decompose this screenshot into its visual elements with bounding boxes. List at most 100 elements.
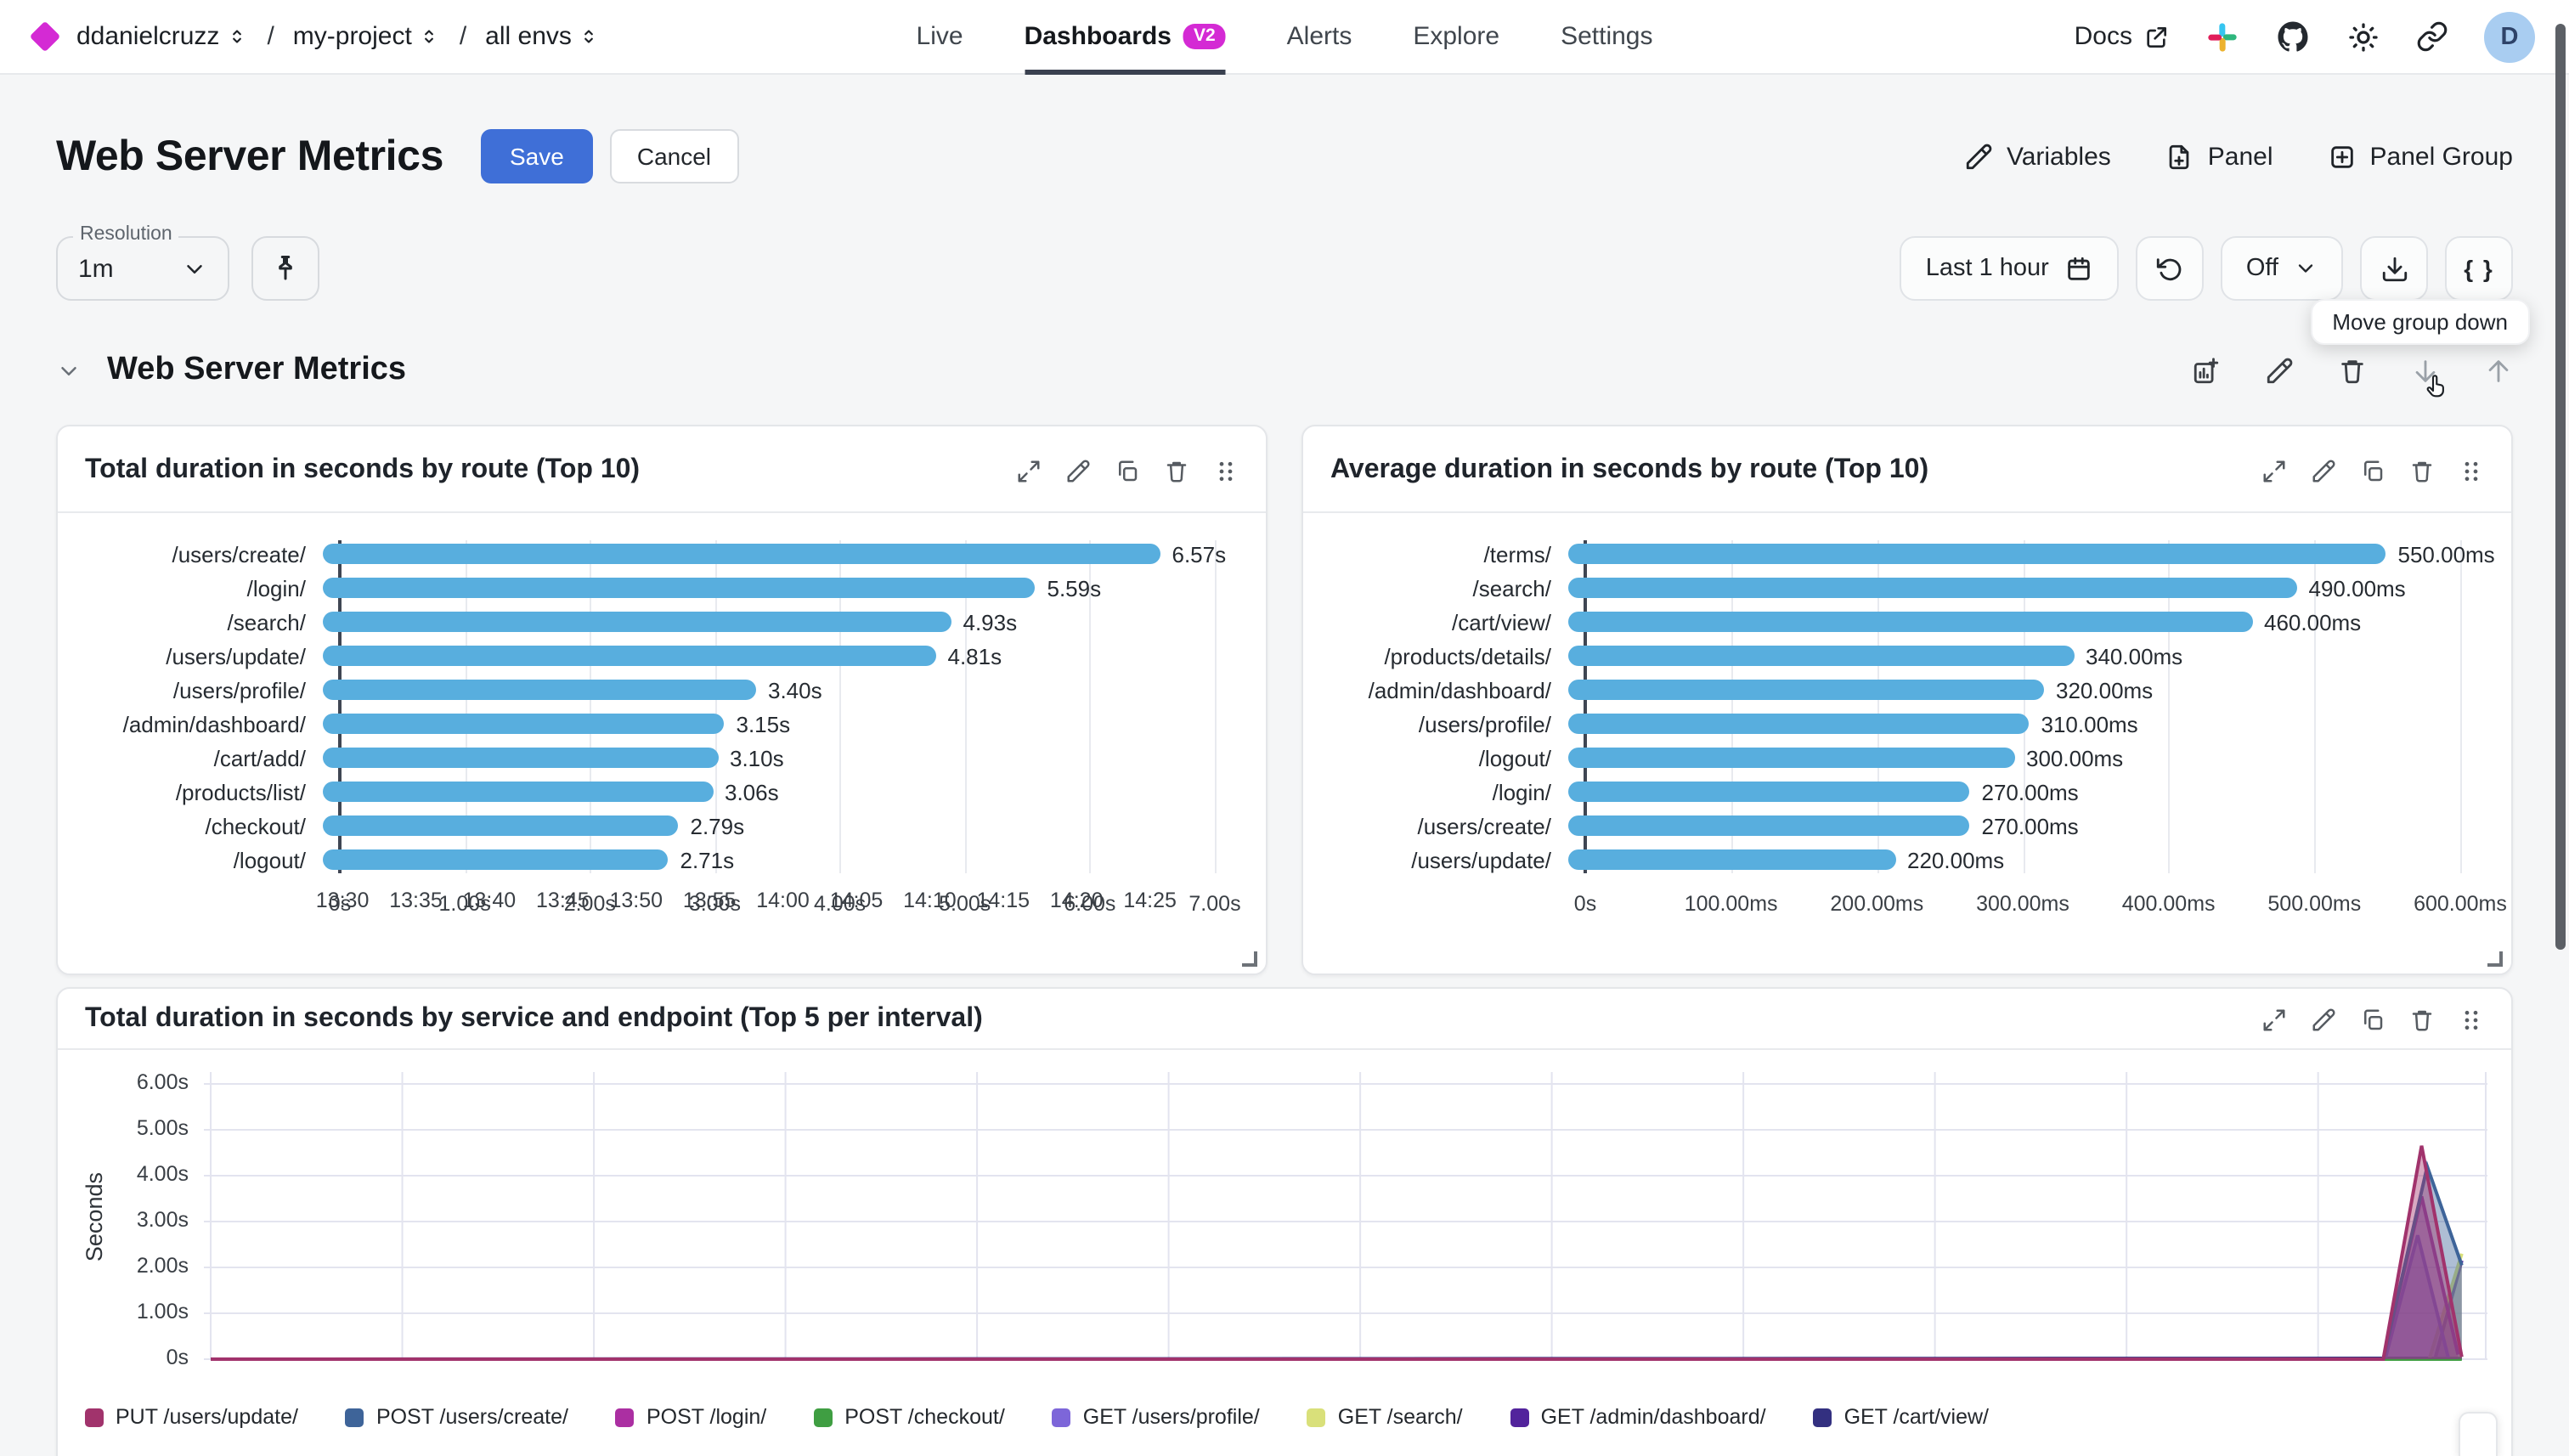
bar-chart: /users/create/6.57s/login/5.59s/search/4… [58,513,1266,928]
resolution-select[interactable]: Resolution 1m [56,236,229,301]
delete-panel-icon[interactable] [2409,1007,2435,1032]
download-button[interactable] [2360,236,2428,301]
nav-item-label: Dashboards [1025,22,1172,51]
delete-panel-icon[interactable] [1164,458,1189,483]
bar-row: /cart/view/460.00ms [1330,605,2484,639]
x-tick-label: 300.00ms [1976,892,2069,916]
panel-total-duration-by-route: Total duration in seconds by route (Top … [56,425,1268,975]
nav-item-label: Settings [1561,22,1652,51]
bar-value-label: 310.00ms [2041,711,2138,736]
delete-group-icon[interactable] [2338,356,2367,385]
legend-item[interactable]: PUT /users/update/ [85,1405,298,1429]
copy-panel-icon[interactable] [1115,458,1140,483]
plus-square-icon [2328,142,2357,171]
panel-total-duration-by-service-endpoint: Total duration in seconds by service and… [56,987,2513,1456]
legend-swatch [1510,1408,1529,1426]
legend-item[interactable]: GET /cart/view/ [1814,1405,1989,1429]
bar [1568,578,2297,598]
edit-panel-icon[interactable] [2311,1007,2336,1032]
app-window: ddanielcruzz / my-project / all envs Liv… [0,0,2569,1456]
delete-panel-icon[interactable] [2409,458,2435,483]
edit-group-icon[interactable] [2265,356,2294,385]
copy-panel-icon[interactable] [2360,1007,2386,1032]
variables-button[interactable]: Variables [1964,142,2111,171]
panel-resize-handle[interactable] [2487,951,2503,967]
slack-icon[interactable] [2205,20,2239,54]
save-button[interactable]: Save [481,129,593,183]
edit-panel-icon[interactable] [1065,458,1091,483]
panel-title: Total duration in seconds by route (Top … [85,455,640,486]
nav-item-live[interactable]: Live [917,0,963,74]
add-panel-group-button[interactable]: Panel Group [2328,142,2513,171]
breadcrumb-project[interactable]: my-project [293,22,441,51]
x-tick-label: 13:30 [316,889,370,912]
collapse-group-button[interactable] [56,358,82,383]
x-tick-label: 14:15 [977,889,1030,912]
bar-track: 3.10s [323,748,1215,768]
bar-value-label: 320.00ms [2056,677,2153,703]
x-tick-label: 100.00ms [1685,892,1778,916]
move-group-up-button[interactable] [2484,356,2513,385]
expand-panel-icon[interactable] [2261,1007,2287,1032]
nav-item-dashboards[interactable]: DashboardsV2 [1025,0,1226,74]
breadcrumb-separator: / [263,22,277,51]
breadcrumb-org[interactable]: ddanielcruzz [76,22,248,51]
bar-category-label: /admin/dashboard/ [1330,677,1568,703]
docs-link[interactable]: Docs [2075,22,2170,51]
vertical-scrollbar-thumb[interactable] [2555,24,2566,950]
updown-icon [579,25,601,48]
drag-handle-icon[interactable] [2459,1007,2484,1032]
y-axis-label-cell: Seconds [75,1072,112,1361]
time-range-button[interactable]: Last 1 hour [1900,236,2119,301]
add-chart-icon[interactable] [2192,356,2221,385]
x-tick-label: 13:35 [389,889,443,912]
legend-item[interactable]: GET /admin/dashboard/ [1510,1405,1766,1429]
drag-handle-icon[interactable] [2459,458,2484,483]
theme-toggle-sun-icon[interactable] [2346,20,2380,54]
share-link-icon[interactable] [2416,20,2448,53]
expand-panel-icon[interactable] [2261,458,2287,483]
timeseries-chart: Seconds 6.00s5.00s4.00s3.00s2.00s1.00s0s [58,1050,2511,1402]
refresh-button[interactable] [2136,236,2204,301]
bar-category-label: /checkout/ [85,813,323,838]
breadcrumb-env[interactable]: all envs [485,22,601,51]
expand-panel-icon[interactable] [1016,458,1042,483]
nav-item-alerts[interactable]: Alerts [1287,0,1352,74]
bar-category-label: /logout/ [1330,745,1568,770]
bar-track: 5.59s [323,578,1215,598]
x-axis-spacer [1330,877,1585,928]
user-avatar[interactable]: D [2484,11,2535,62]
legend-item[interactable]: POST /login/ [616,1405,766,1429]
x-tick-label: 13:45 [536,889,590,912]
bar-row: /users/create/270.00ms [1330,809,2484,843]
nav-item-settings[interactable]: Settings [1561,0,1652,74]
bar-category-label: /login/ [85,575,323,601]
panel-actions [2261,1007,2484,1032]
legend-item[interactable]: GET /search/ [1307,1405,1463,1429]
chevron-down-icon [182,256,207,281]
x-tick-label: 600.00ms [2414,892,2507,916]
panel-resize-handle[interactable] [1242,951,1257,967]
bar-category-label: /users/create/ [85,541,323,567]
legend-label: GET /admin/dashboard/ [1541,1405,1766,1429]
drag-handle-icon[interactable] [1213,458,1239,483]
legend-item[interactable]: POST /users/create/ [346,1405,568,1429]
cancel-button[interactable]: Cancel [610,129,738,183]
bar-value-label: 3.06s [725,779,779,804]
main-nav: Live DashboardsV2 Alerts Explore Settings [917,0,1653,74]
group-actions [2192,356,2513,385]
add-panel-button[interactable]: Panel [2165,142,2273,171]
pin-button[interactable] [251,236,319,301]
move-group-down-button[interactable] [2411,356,2440,385]
nav-item-explore[interactable]: Explore [1413,0,1499,74]
auto-refresh-select[interactable]: Off [2221,236,2343,301]
legend-item[interactable]: GET /users/profile/ [1053,1405,1260,1429]
json-config-button[interactable]: { } [2445,236,2513,301]
variables-label: Variables [2007,142,2111,171]
legend-item[interactable]: POST /checkout/ [814,1405,1005,1429]
github-icon[interactable] [2275,19,2311,54]
edit-panel-icon[interactable] [2311,458,2336,483]
brand-logo-diamond[interactable] [30,21,61,53]
bar-row: /products/details/340.00ms [1330,639,2484,673]
copy-panel-icon[interactable] [2360,458,2386,483]
